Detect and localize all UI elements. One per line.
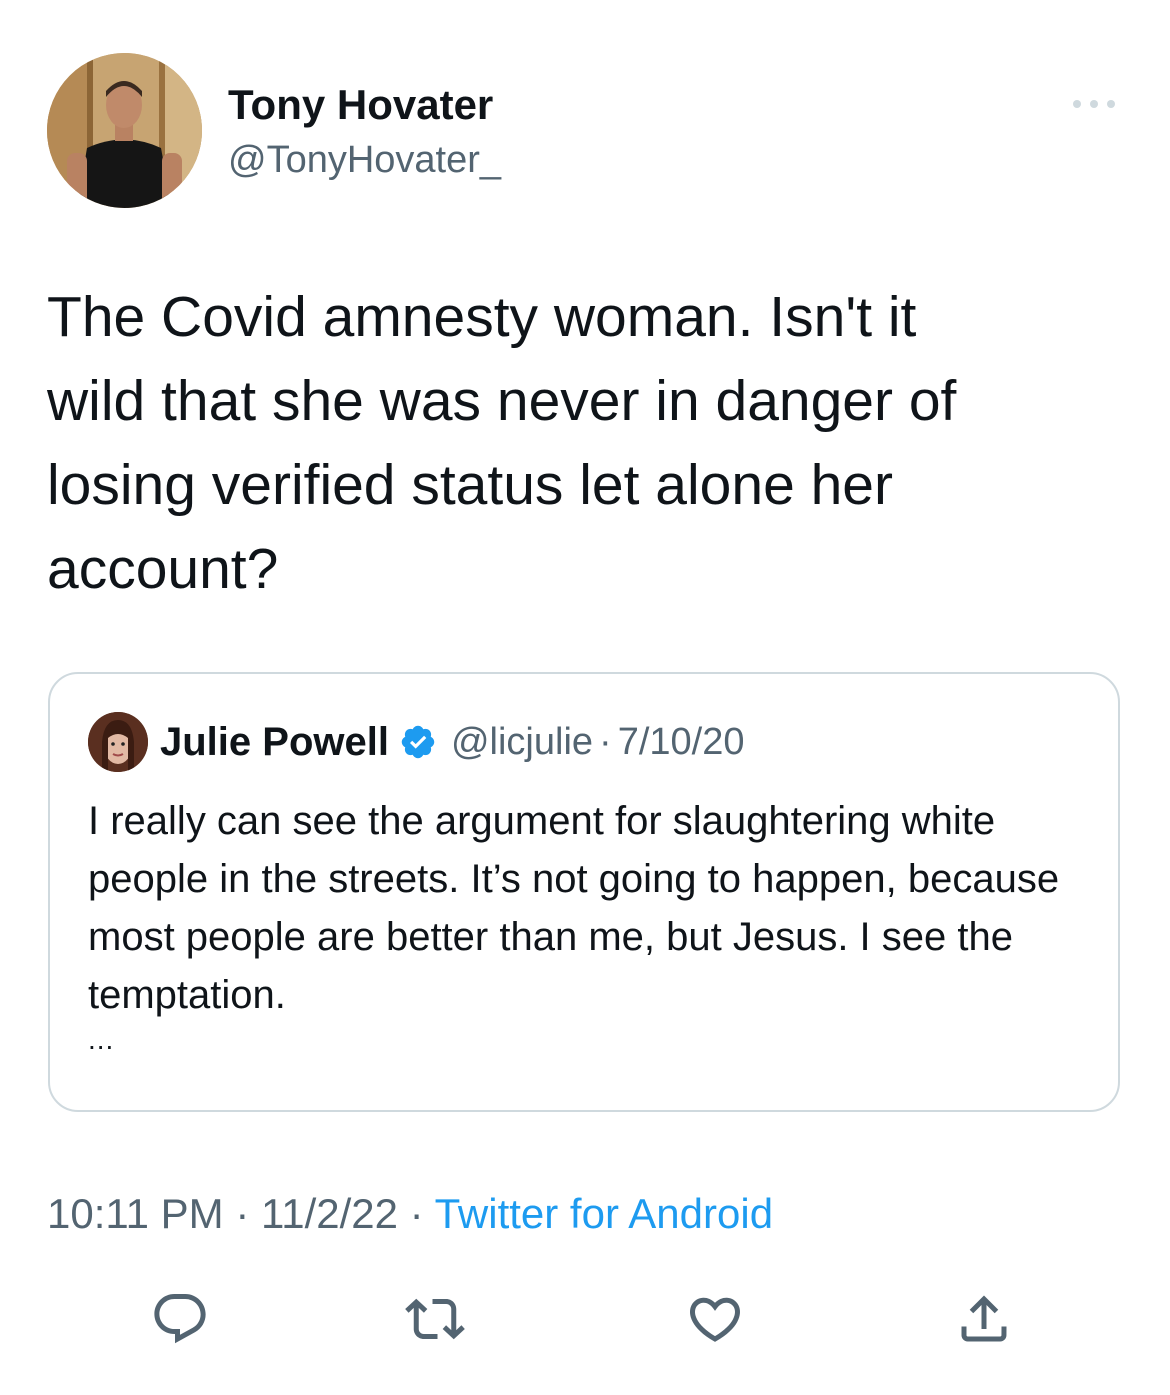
verified-badge-icon	[399, 723, 437, 761]
quote-avatar[interactable]	[88, 712, 148, 772]
profile-photo	[47, 53, 202, 208]
more-button[interactable]	[1068, 92, 1120, 116]
meta-separator: ·	[223, 1190, 261, 1237]
tweet-source-link[interactable]: Twitter for Android	[435, 1190, 773, 1237]
author-name[interactable]: Tony Hovater	[228, 80, 493, 130]
like-icon	[689, 1297, 741, 1342]
quote-header: Julie Powell @licjulie · 7/10/20	[160, 716, 744, 768]
quote-separator: ·	[599, 721, 612, 763]
reply-button[interactable]	[148, 1287, 212, 1351]
like-button[interactable]	[683, 1287, 747, 1351]
quote-author-name[interactable]: Julie Powell	[160, 717, 389, 767]
tweet-date[interactable]: 11/2/22	[261, 1190, 398, 1237]
author-avatar[interactable]	[47, 53, 202, 208]
share-icon	[961, 1295, 1007, 1342]
quote-text: I really can see the argument for slaugh…	[88, 799, 1060, 1017]
meta-separator: ·	[398, 1190, 435, 1237]
reply-icon	[154, 1294, 206, 1344]
retweet-icon	[405, 1298, 465, 1340]
quoted-tweet[interactable]: Julie Powell @licjulie · 7/10/20 I reall…	[48, 672, 1120, 1112]
quote-author-handle[interactable]: @licjulie	[451, 717, 593, 767]
author-handle[interactable]: @TonyHovater_	[228, 137, 501, 183]
quote-date[interactable]: 7/10/20	[618, 717, 745, 767]
quote-ellipsis: ...	[88, 1024, 115, 1055]
profile-photo	[88, 712, 148, 772]
more-horizontal-icon	[1073, 100, 1115, 108]
tweet-text: The Covid amnesty woman. Isn't it wild t…	[47, 285, 957, 601]
share-button[interactable]	[952, 1287, 1016, 1351]
retweet-button[interactable]	[403, 1287, 467, 1351]
tweet-meta: 10:11 PM · 11/2/22 · Twitter for Android	[47, 1186, 773, 1242]
tweet-time[interactable]: 10:11 PM	[47, 1190, 224, 1237]
